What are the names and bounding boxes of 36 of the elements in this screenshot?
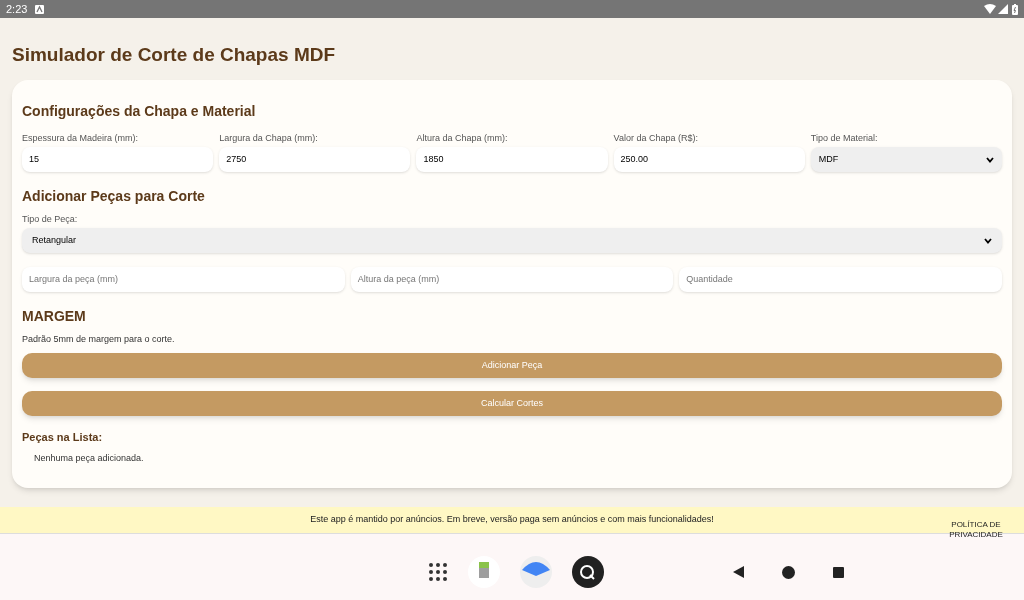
field-label: Altura da Chapa (mm): bbox=[416, 132, 509, 144]
section-heading: MARGEM bbox=[22, 307, 87, 325]
field-label: Tipo de Peça: bbox=[22, 213, 79, 225]
empty-list-text: Nenhuma peça adicionada. bbox=[34, 452, 145, 464]
signal-icon bbox=[998, 4, 1008, 14]
margin-text: Padrão 5mm de margem para o corte. bbox=[22, 333, 176, 345]
chevron-down-icon bbox=[986, 156, 994, 163]
input-field[interactable]: Largura da peça (mm) bbox=[22, 267, 345, 292]
back-icon[interactable] bbox=[732, 566, 744, 578]
section-heading: Configurações da Chapa e Material bbox=[22, 102, 257, 120]
chevron-down-icon bbox=[984, 237, 992, 244]
status-time: 2:23 bbox=[6, 1, 28, 17]
privacy-policy-link[interactable]: POLÍTICA DE PRIVACIDADE bbox=[941, 520, 1011, 540]
battery-icon bbox=[1012, 3, 1018, 15]
wifi-icon bbox=[984, 4, 996, 14]
material-select[interactable]: MDF bbox=[810, 147, 1002, 172]
section-heading: Adicionar Peças para Corte bbox=[22, 187, 206, 205]
input-field[interactable]: Altura da peça (mm) bbox=[350, 267, 674, 292]
page-title: Simulador de Corte de Chapas MDF bbox=[12, 43, 337, 67]
input-field[interactable]: 2750 bbox=[219, 147, 411, 172]
list-heading: Peças na Lista: bbox=[22, 430, 104, 444]
field-label: Valor da Chapa (R$): bbox=[613, 132, 699, 144]
input-field[interactable]: 250.00 bbox=[613, 147, 805, 172]
notification-icon bbox=[35, 4, 45, 14]
field-label: Espessura da Madeira (mm): bbox=[22, 132, 140, 144]
field-label: Largura da Chapa (mm): bbox=[219, 132, 319, 144]
input-field[interactable]: Quantidade bbox=[679, 267, 1002, 292]
recents-icon[interactable] bbox=[833, 566, 844, 578]
home-icon[interactable] bbox=[782, 565, 795, 579]
app-icon[interactable] bbox=[572, 556, 604, 588]
field-label: Tipo de Material: bbox=[810, 132, 879, 144]
ad-text: Este app é mantido por anúncios. Em breve, versão paga sem anúncios e com mais funcionalidades! bbox=[310, 513, 714, 527]
input-field[interactable]: 1850 bbox=[416, 147, 608, 172]
piece-type-select[interactable]: Retangular bbox=[22, 228, 1002, 253]
app-grid-icon[interactable] bbox=[428, 562, 448, 582]
input-field[interactable]: 15 bbox=[22, 147, 214, 172]
